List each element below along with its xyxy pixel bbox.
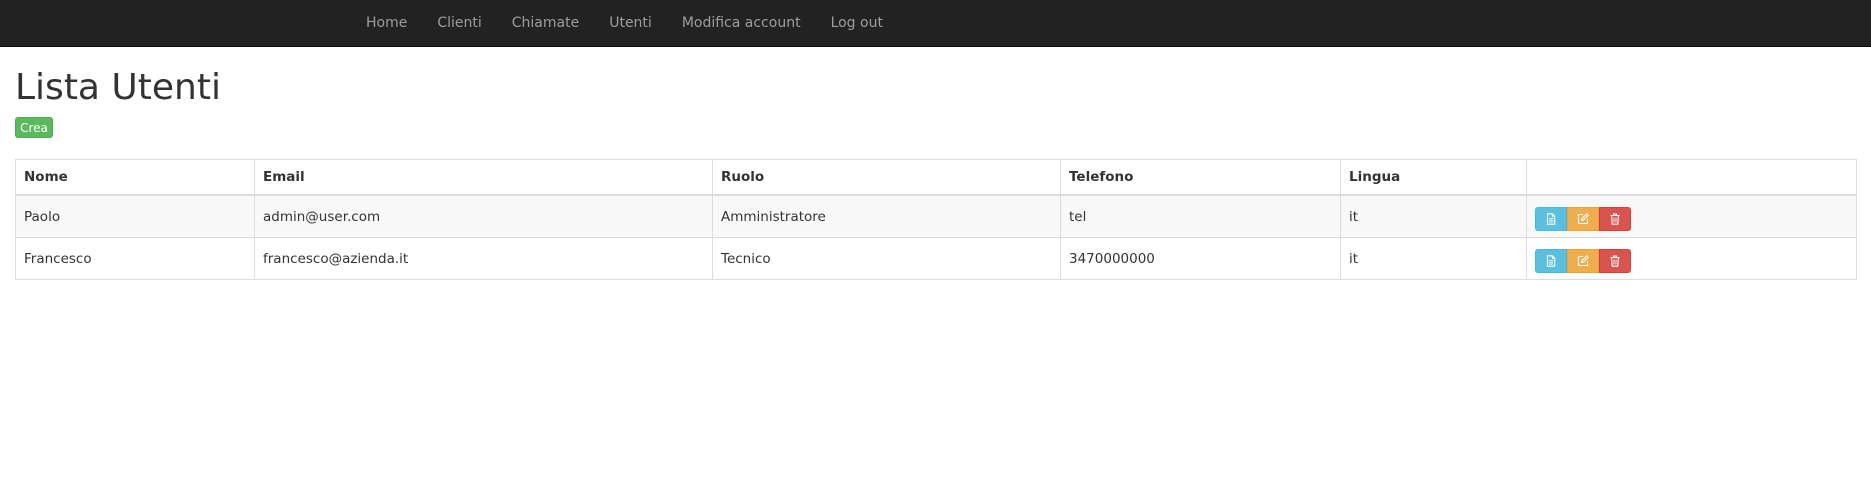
cell-ruolo: Amministratore	[712, 194, 1061, 238]
view-button[interactable]	[1535, 206, 1567, 231]
cell-actions	[1526, 194, 1857, 238]
nav-item-modifica-account[interactable]: Modifica account	[682, 15, 801, 31]
cell-nome: Francesco	[15, 237, 255, 280]
table-row: Francesco francesco@azienda.it Tecnico 3…	[15, 237, 1857, 280]
edit-button[interactable]	[1567, 248, 1599, 273]
file-icon	[1546, 254, 1556, 267]
nav-item-chiamate[interactable]: Chiamate	[512, 15, 579, 31]
edit-button[interactable]	[1567, 206, 1599, 231]
edit-icon	[1577, 212, 1589, 225]
column-header-email: Email	[254, 159, 713, 196]
column-header-telefono: Telefono	[1060, 159, 1341, 196]
column-header-lingua: Lingua	[1340, 159, 1527, 196]
trash-icon	[1610, 213, 1620, 225]
table-header-row: Nome Email Ruolo Telefono Lingua	[15, 159, 1857, 196]
trash-icon	[1610, 255, 1620, 267]
cell-telefono: tel	[1060, 194, 1341, 238]
cell-ruolo: Tecnico	[712, 237, 1061, 280]
nav-item-clienti[interactable]: Clienti	[437, 15, 481, 31]
create-button[interactable]: Crea	[15, 117, 53, 138]
view-button[interactable]	[1535, 248, 1567, 273]
cell-telefono: 3470000000	[1060, 237, 1341, 280]
row-actions	[1535, 245, 1848, 273]
cell-email: admin@user.com	[254, 194, 713, 238]
column-header-actions	[1526, 159, 1857, 196]
nav-item-home[interactable]: Home	[366, 15, 407, 31]
nav-menu: Home Clienti Chiamate Utenti Modifica ac…	[366, 0, 913, 46]
cell-actions	[1526, 237, 1857, 280]
nav-item-utenti[interactable]: Utenti	[609, 15, 652, 31]
top-navbar: Home Clienti Chiamate Utenti Modifica ac…	[0, 0, 1871, 47]
row-actions	[1535, 203, 1848, 231]
file-icon	[1546, 212, 1556, 225]
edit-icon	[1577, 254, 1589, 267]
delete-button[interactable]	[1599, 206, 1631, 231]
cell-email: francesco@azienda.it	[254, 237, 713, 280]
column-header-nome: Nome	[15, 159, 255, 196]
cell-lingua: it	[1340, 237, 1527, 280]
table-row: Paolo admin@user.com Amministratore tel …	[15, 194, 1857, 238]
cell-nome: Paolo	[15, 194, 255, 238]
nav-item-log-out[interactable]: Log out	[831, 15, 883, 31]
cell-lingua: it	[1340, 194, 1527, 238]
delete-button[interactable]	[1599, 248, 1631, 273]
column-header-ruolo: Ruolo	[712, 159, 1061, 196]
page-title: Lista Utenti	[15, 67, 221, 108]
users-table: Nome Email Ruolo Telefono Lingua Paolo a…	[15, 159, 1857, 280]
